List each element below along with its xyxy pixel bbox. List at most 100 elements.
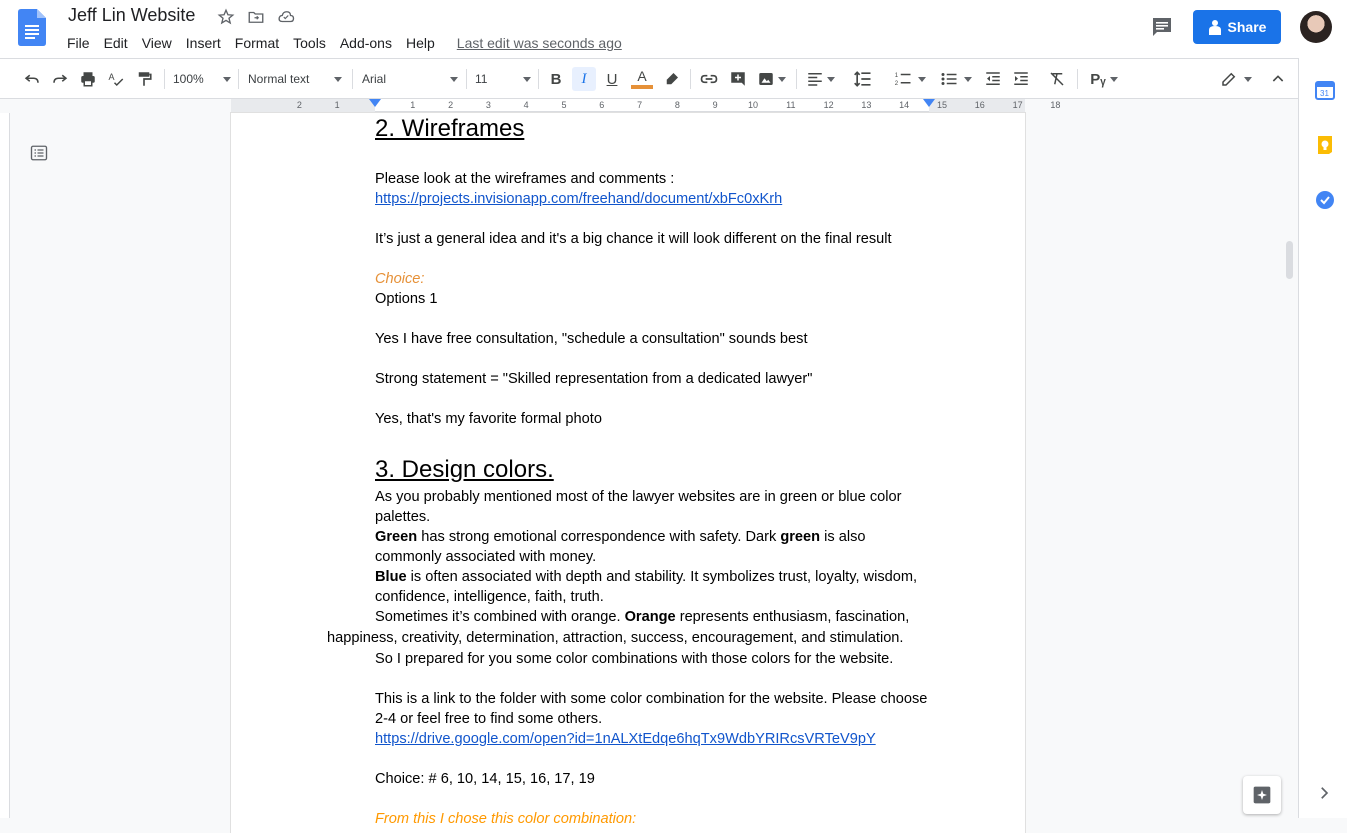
- menu-edit[interactable]: Edit: [97, 33, 135, 53]
- ruler-tick-label: 8: [674, 100, 680, 110]
- menu-tools[interactable]: Tools: [286, 33, 333, 53]
- ruler-tick-label: 1: [334, 100, 340, 110]
- increase-indent-icon[interactable]: [1010, 67, 1032, 91]
- add-comment-icon[interactable]: [727, 67, 749, 91]
- explore-icon: [1253, 786, 1271, 804]
- bold-icon[interactable]: B: [545, 67, 567, 91]
- svg-text:2: 2: [895, 81, 899, 87]
- ruler-tick-label: 17: [1012, 100, 1023, 110]
- clear-formatting-icon[interactable]: [1046, 67, 1068, 91]
- paragraph: Strong statement = "Skilled representati…: [375, 371, 813, 387]
- ruler-tick-label: 1: [410, 100, 416, 110]
- menu-bar: File Edit View Insert Format Tools Add-o…: [60, 33, 622, 53]
- ruler-area: 2 1 1 2 3 4 5 6 7 8 9 10 11 12 13 14 15 16 17 18: [0, 99, 1298, 113]
- keep-icon[interactable]: [1315, 135, 1335, 155]
- horizontal-ruler[interactable]: 2 1 1 2 3 4 5 6 7 8 9 10 11 12 13 14 15 16 17 18: [231, 99, 1060, 112]
- font-size-value: 11: [475, 72, 488, 86]
- ruler-tick-label: 15: [936, 100, 948, 110]
- heading-wireframes: 2. Wireframes: [375, 115, 525, 142]
- link-icon[interactable]: [698, 67, 720, 91]
- explore-button[interactable]: [1243, 776, 1281, 814]
- menu-add-ons[interactable]: Add-ons: [333, 33, 399, 53]
- bold-word: green: [780, 529, 821, 545]
- text-color-icon[interactable]: A: [629, 67, 655, 91]
- paragraph: Yes, that's my favorite formal photo: [375, 411, 602, 427]
- ruler-tick-label: 12: [823, 100, 834, 110]
- formatting-toolbar: A 100% Normal text Arial 11 B I U A 1 2 …: [0, 58, 1298, 99]
- star-icon[interactable]: [216, 7, 236, 27]
- ruler-tick-label: 16: [974, 100, 985, 110]
- share-button[interactable]: Share: [1193, 10, 1281, 44]
- decrease-indent-icon[interactable]: [982, 67, 1004, 91]
- ruler-tick-label: 9: [712, 100, 718, 110]
- numbered-list-icon[interactable]: 12: [891, 67, 929, 91]
- doc-title[interactable]: Jeff Lin Website: [68, 5, 195, 26]
- undo-icon[interactable]: [21, 67, 43, 91]
- bold-word: Green: [375, 529, 418, 545]
- title-icons: [216, 7, 296, 27]
- ruler-tick-label: 14: [899, 100, 910, 110]
- comments-icon[interactable]: [1150, 15, 1174, 39]
- underline-icon[interactable]: U: [601, 67, 623, 91]
- move-folder-icon[interactable]: [246, 7, 266, 27]
- svg-text:A: A: [109, 72, 115, 82]
- right-indent-marker[interactable]: [923, 99, 935, 107]
- cloud-status-icon[interactable]: [276, 7, 296, 27]
- hide-menus-icon[interactable]: [1267, 67, 1289, 91]
- document-page[interactable]: 2. Wireframes Please look at the wirefra…: [231, 113, 1025, 833]
- document-outline-icon[interactable]: [30, 144, 48, 162]
- side-panel: 31: [1298, 58, 1347, 818]
- paragraph: So I prepared for you some color combina…: [375, 651, 894, 667]
- drive-folder-link[interactable]: https://drive.google.com/open?id=1nALXtE…: [375, 731, 876, 747]
- menu-view[interactable]: View: [135, 33, 179, 53]
- paragraph: Choice: # 6, 10, 14, 15, 16, 17, 19: [375, 771, 595, 787]
- print-icon[interactable]: [77, 67, 99, 91]
- italic-icon[interactable]: I: [572, 67, 596, 91]
- ruler-tick-label: 4: [523, 100, 529, 110]
- bold-word: Blue: [375, 569, 407, 585]
- paint-format-icon[interactable]: [133, 67, 155, 91]
- expand-panel-icon[interactable]: [1315, 784, 1335, 804]
- docs-logo-icon[interactable]: [18, 9, 46, 46]
- insert-image-icon[interactable]: [754, 67, 788, 91]
- menu-insert[interactable]: Insert: [179, 33, 228, 53]
- text-run: is often associated with depth and stabi…: [375, 569, 918, 605]
- menu-help[interactable]: Help: [399, 33, 442, 53]
- tasks-icon[interactable]: [1315, 190, 1335, 210]
- paragraph: This is a link to the folder with some c…: [375, 691, 928, 727]
- paragraph: Options 1: [375, 291, 438, 307]
- redo-icon[interactable]: [49, 67, 71, 91]
- left-indent-marker[interactable]: [369, 99, 381, 107]
- calendar-icon[interactable]: 31: [1315, 80, 1335, 100]
- align-icon[interactable]: [804, 67, 836, 91]
- font-size-select[interactable]: 11: [475, 67, 531, 91]
- vertical-ruler[interactable]: [0, 113, 10, 818]
- paragraph: Yes I have free consultation, "schedule …: [375, 331, 808, 347]
- ruler-tick-label: 10: [747, 100, 759, 110]
- menu-file[interactable]: File: [60, 33, 97, 53]
- ruler-tick-label: 3: [485, 100, 491, 110]
- spellcheck-icon[interactable]: A: [105, 67, 127, 91]
- choice-label: Choice:: [375, 271, 425, 287]
- paragraph: As you probably mentioned most of the la…: [375, 489, 902, 525]
- font-value: Arial: [362, 72, 387, 86]
- zoom-select[interactable]: 100%: [173, 67, 231, 91]
- paragraph: Green has strong emotional correspondenc…: [375, 527, 935, 567]
- input-tools-icon[interactable]: Pᵧ: [1086, 67, 1122, 91]
- paragraph: It’s just a general idea and it's a big …: [375, 231, 892, 247]
- zoom-value: 100%: [173, 72, 204, 86]
- menu-format[interactable]: Format: [228, 33, 286, 53]
- font-select[interactable]: Arial: [362, 67, 458, 91]
- account-avatar[interactable]: [1300, 11, 1332, 43]
- ruler-tick-label: 5: [561, 100, 567, 110]
- last-edit-link[interactable]: Last edit was seconds ago: [457, 33, 622, 53]
- editing-mode-icon[interactable]: [1218, 67, 1254, 91]
- style-select[interactable]: Normal text: [248, 67, 342, 91]
- bold-word: Orange: [624, 609, 676, 625]
- scrollbar-thumb[interactable]: [1286, 241, 1293, 279]
- highlight-icon[interactable]: [661, 67, 683, 91]
- wireframes-link[interactable]: https://projects.invisionapp.com/freehan…: [375, 191, 782, 207]
- line-spacing-icon[interactable]: [851, 67, 875, 91]
- document-body[interactable]: 2. Wireframes Please look at the wirefra…: [327, 113, 935, 829]
- bulleted-list-icon[interactable]: [937, 67, 975, 91]
